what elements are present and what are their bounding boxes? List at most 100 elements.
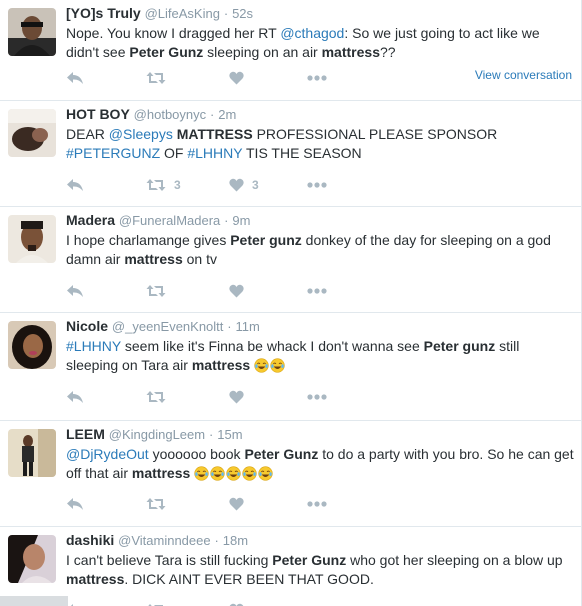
tweet-actions: 3 3 bbox=[66, 177, 466, 193]
more-button[interactable] bbox=[307, 389, 327, 405]
bottom-scrollbar[interactable] bbox=[0, 596, 68, 606]
retweet-button[interactable] bbox=[146, 389, 174, 405]
tweet-text: Nope. You know I dragged her RT @cthagod… bbox=[66, 25, 540, 60]
highlighted-keyword: mattress bbox=[191, 357, 251, 373]
author-name[interactable]: Madera bbox=[66, 212, 115, 228]
highlighted-keyword: Peter Gunz bbox=[272, 552, 347, 568]
face-with-tears-of-joy-icon bbox=[226, 466, 241, 481]
tweet-header: [YO]s Truly @LifeAsKing · 52s bbox=[66, 4, 574, 23]
like-button[interactable] bbox=[229, 70, 252, 86]
more-button[interactable] bbox=[307, 70, 327, 86]
tweet[interactable]: Madera @FuneralMadera · 9m I hope charla… bbox=[0, 207, 581, 313]
avatar[interactable] bbox=[8, 535, 56, 583]
author-handle[interactable]: @KingdingLeem bbox=[109, 427, 205, 442]
mention-link[interactable]: @DjRydeOut bbox=[66, 446, 149, 462]
like-button[interactable] bbox=[229, 389, 252, 405]
author-name[interactable]: Nicole bbox=[66, 318, 108, 334]
author-handle[interactable]: @LifeAsKing bbox=[145, 6, 220, 21]
separator: · bbox=[214, 533, 219, 548]
timestamp[interactable]: 11m bbox=[236, 319, 260, 334]
tweet-search-results: [YO]s Truly @LifeAsKing · 52s Nope. You … bbox=[0, 0, 582, 606]
reply-button[interactable] bbox=[66, 496, 92, 512]
highlighted-keyword: mattress bbox=[124, 251, 183, 267]
highlighted-keyword: MATTRESS bbox=[172, 126, 253, 142]
separator: · bbox=[209, 427, 214, 442]
author-handle[interactable]: @_yeenEvenKnoltt bbox=[112, 319, 224, 334]
retweet-icon bbox=[146, 71, 166, 85]
reply-button[interactable] bbox=[66, 177, 92, 193]
retweet-button[interactable] bbox=[146, 283, 174, 299]
view-conversation-link[interactable]: View conversation bbox=[475, 68, 572, 82]
author-handle[interactable]: @Vitaminndeee bbox=[118, 533, 210, 548]
avatar[interactable] bbox=[8, 109, 56, 157]
timestamp[interactable]: 15m bbox=[217, 427, 242, 442]
retweet-icon bbox=[146, 497, 166, 511]
author-name[interactable]: LEEM bbox=[66, 426, 105, 442]
retweet-button[interactable]: 3 bbox=[146, 177, 181, 193]
avatar[interactable] bbox=[8, 8, 56, 56]
timestamp[interactable]: 52s bbox=[232, 6, 253, 21]
retweet-button[interactable] bbox=[146, 496, 174, 512]
reply-icon bbox=[66, 284, 84, 298]
reply-button[interactable] bbox=[66, 602, 84, 606]
heart-icon bbox=[229, 497, 244, 511]
author-name[interactable]: dashiki bbox=[66, 532, 114, 548]
tweet-text: I can't believe Tara is still fucking Pe… bbox=[66, 552, 563, 587]
hashtag-link[interactable]: #LHHNY bbox=[66, 338, 121, 354]
tweet[interactable]: [YO]s Truly @LifeAsKing · 52s Nope. You … bbox=[0, 0, 581, 101]
more-button[interactable] bbox=[307, 177, 327, 193]
more-button[interactable] bbox=[307, 283, 327, 299]
tweet-header: Madera @FuneralMadera · 9m bbox=[66, 211, 574, 230]
reply-icon bbox=[66, 497, 84, 511]
highlighted-keyword: Peter Gunz bbox=[129, 44, 204, 60]
separator: · bbox=[210, 107, 215, 122]
tweet[interactable]: dashiki @Vitaminndeee · 18m I can't beli… bbox=[0, 527, 581, 606]
avatar[interactable] bbox=[8, 215, 56, 263]
like-count: 3 bbox=[252, 178, 259, 192]
like-button[interactable] bbox=[229, 283, 252, 299]
tweet[interactable]: HOT BOY @hotboynyc · 2m DEAR @Sleepys MA… bbox=[0, 101, 581, 207]
face-with-tears-of-joy-icon bbox=[254, 358, 269, 373]
author-name[interactable]: [YO]s Truly bbox=[66, 5, 141, 21]
hashtag-link[interactable]: #PETERGUNZ bbox=[66, 145, 160, 161]
tweet-header: Nicole @_yeenEvenKnoltt · 11m bbox=[66, 317, 574, 336]
highlighted-keyword: Peter gunz bbox=[230, 232, 302, 248]
reply-button[interactable] bbox=[66, 70, 92, 86]
face-with-tears-of-joy-icon bbox=[210, 466, 225, 481]
more-icon bbox=[307, 75, 327, 81]
highlighted-keyword: mattress bbox=[131, 465, 191, 481]
reply-button[interactable] bbox=[66, 389, 92, 405]
tweet-actions bbox=[66, 70, 466, 86]
tweet-header: LEEM @KingdingLeem · 15m bbox=[66, 425, 574, 444]
tweet[interactable]: LEEM @KingdingLeem · 15m @DjRydeOut yooo… bbox=[0, 421, 581, 527]
more-button[interactable] bbox=[307, 602, 327, 606]
separator: · bbox=[227, 319, 232, 334]
hashtag-link[interactable]: #LHHNY bbox=[187, 145, 242, 161]
reply-icon bbox=[66, 390, 84, 404]
more-button[interactable] bbox=[307, 496, 327, 512]
tweet-header: HOT BOY @hotboynyc · 2m bbox=[66, 105, 574, 124]
like-button[interactable] bbox=[229, 496, 252, 512]
mention-link[interactable]: @Sleepys bbox=[109, 126, 173, 142]
timestamp[interactable]: 18m bbox=[223, 533, 248, 548]
tweet-actions bbox=[66, 496, 466, 512]
like-button[interactable] bbox=[229, 602, 244, 606]
reply-button[interactable] bbox=[66, 283, 92, 299]
heart-icon bbox=[229, 284, 244, 298]
face-with-tears-of-joy-icon bbox=[258, 466, 273, 481]
avatar[interactable] bbox=[8, 321, 56, 369]
retweet-button[interactable] bbox=[146, 602, 166, 606]
retweet-button[interactable] bbox=[146, 70, 174, 86]
tweet-text: I hope charlamange gives Peter gunz donk… bbox=[66, 232, 551, 267]
author-name[interactable]: HOT BOY bbox=[66, 106, 130, 122]
tweet[interactable]: Nicole @_yeenEvenKnoltt · 11m #LHHNY see… bbox=[0, 313, 581, 421]
timestamp[interactable]: 2m bbox=[218, 107, 236, 122]
retweet-icon bbox=[146, 284, 166, 298]
like-button[interactable]: 3 bbox=[229, 177, 259, 193]
avatar[interactable] bbox=[8, 429, 56, 477]
more-icon bbox=[307, 501, 327, 507]
author-handle[interactable]: @hotboynyc bbox=[134, 107, 206, 122]
mention-link[interactable]: @cthagod bbox=[280, 25, 344, 41]
timestamp[interactable]: 9m bbox=[232, 213, 250, 228]
author-handle[interactable]: @FuneralMadera bbox=[119, 213, 220, 228]
